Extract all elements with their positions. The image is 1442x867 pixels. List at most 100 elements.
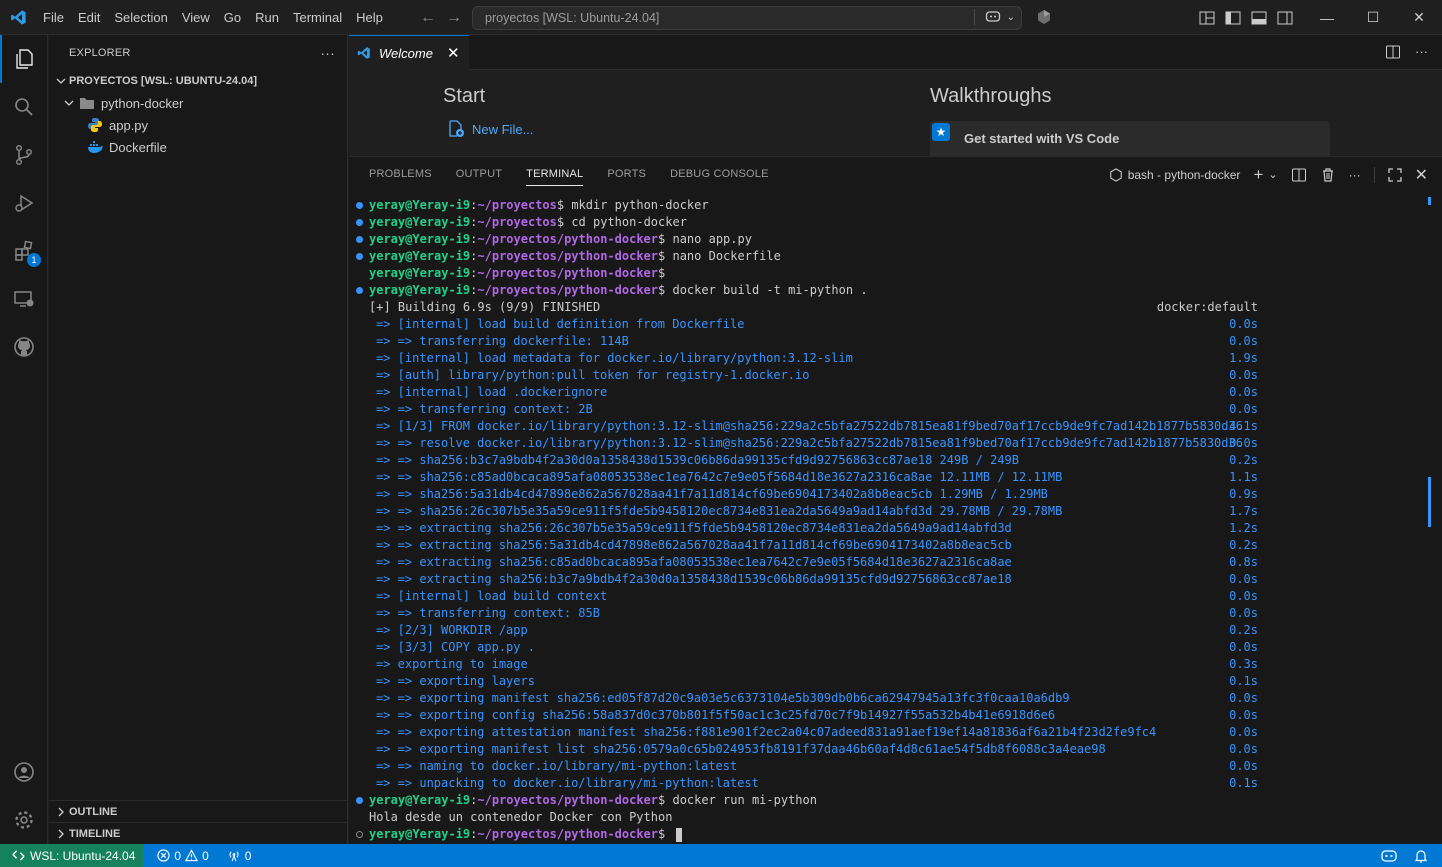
build-step-text: => => exporting layers [376, 674, 535, 688]
toggle-primary-sidebar-icon[interactable] [1224, 10, 1242, 26]
build-step-time: 1.2s [1229, 521, 1258, 535]
build-step-time: 0.2s [1229, 453, 1258, 467]
menu-view[interactable]: View [175, 0, 217, 35]
tab-terminal[interactable]: TERMINAL [526, 157, 584, 192]
command-decoration-icon[interactable] [356, 202, 363, 209]
prompt-user: yeray@Yeray-i9 [369, 249, 471, 263]
new-file-icon [449, 120, 464, 137]
prompt-command: mkdir python-docker [564, 198, 709, 212]
ports-status[interactable]: 0 [217, 849, 260, 863]
copilot-menu[interactable]: ⌄ [973, 9, 1015, 25]
remote-explorer-icon[interactable] [0, 275, 48, 323]
prompt-path: ~/proyectos/python-docker [477, 793, 659, 807]
menu-edit[interactable]: Edit [71, 0, 107, 35]
accounts-icon[interactable] [1036, 9, 1052, 28]
explorer-title: EXPLORER [69, 46, 131, 59]
build-step-time: 0.0s [1229, 640, 1258, 654]
notifications-bell-icon[interactable] [1406, 849, 1442, 863]
prompt-text: yeray@Yeray-i9:~/proyectos$ cd python-do… [369, 215, 687, 229]
explorer-header: EXPLORER ··· [49, 35, 347, 70]
explorer-icon[interactable] [0, 35, 48, 83]
menu-selection[interactable]: Selection [107, 0, 174, 35]
prompt-command: nano app.py [665, 232, 752, 246]
command-decoration-icon[interactable] [356, 236, 363, 243]
workspace-root-label: PROYECTOS [WSL: UBUNTU-24.04] [69, 75, 258, 87]
minimize-icon[interactable]: — [1304, 0, 1350, 35]
command-center-search[interactable]: proyectos [WSL: Ubuntu-24.04] ⌄ [472, 6, 1022, 30]
command-decoration-icon[interactable] [356, 219, 363, 226]
back-arrow-icon[interactable]: ← [420, 9, 436, 27]
timeline-label: TIMELINE [69, 828, 121, 840]
build-step-time: 0.1s [1229, 674, 1258, 688]
close-panel-icon[interactable]: ✕ [1415, 165, 1428, 185]
more-actions-icon[interactable]: ··· [320, 45, 335, 61]
prompt-user: yeray@Yeray-i9 [369, 283, 471, 297]
build-step-time: 0.0s [1229, 691, 1258, 705]
extensions-icon[interactable]: 1 [0, 227, 48, 275]
vscode-logo-icon [357, 47, 370, 59]
accounts-icon[interactable] [0, 748, 48, 796]
panel-actions: bash - python-docker + ⌄ ··· ✕ [1109, 157, 1428, 192]
menu-terminal[interactable]: Terminal [286, 0, 349, 35]
copilot-status-icon[interactable] [1372, 849, 1406, 863]
maximize-icon[interactable]: ☐ [1350, 0, 1396, 35]
toggle-secondary-sidebar-icon[interactable] [1276, 10, 1294, 26]
command-decoration-icon[interactable] [356, 831, 363, 838]
manage-gear-icon[interactable] [0, 796, 48, 844]
split-terminal-icon[interactable] [1291, 167, 1307, 183]
terminal-selector[interactable]: bash - python-docker [1109, 168, 1240, 182]
close-tab-icon[interactable]: ✕ [447, 44, 460, 62]
command-decoration-icon[interactable] [356, 253, 363, 260]
new-file-link[interactable]: New File... [447, 120, 533, 138]
toggle-panel-icon[interactable] [1250, 10, 1268, 26]
tab-ports[interactable]: PORTS [607, 157, 646, 192]
customize-layout-icon[interactable] [1198, 10, 1216, 26]
outline-section[interactable]: OUTLINE [49, 800, 348, 823]
error-icon [157, 849, 171, 862]
scroll-marker [1428, 477, 1431, 527]
command-decoration-icon[interactable] [356, 287, 363, 294]
remote-label: WSL: Ubuntu-24.04 [30, 848, 136, 863]
folder-label: python-docker [101, 95, 184, 111]
separator [1373, 166, 1375, 183]
forward-arrow-icon[interactable]: → [446, 9, 462, 27]
file-dockerfile[interactable]: Dockerfile [49, 136, 347, 158]
search-icon[interactable] [0, 83, 48, 131]
tab-output[interactable]: OUTPUT [456, 157, 502, 192]
prompt-path: ~/proyectos/python-docker [477, 283, 659, 297]
file-app-py[interactable]: app.py [49, 114, 347, 136]
maximize-panel-icon[interactable] [1387, 167, 1402, 182]
split-editor-icon[interactable] [1385, 44, 1401, 60]
folder-python-docker[interactable]: python-docker [49, 92, 347, 114]
terminal-output[interactable]: yeray@Yeray-i9:~/proyectos$ mkdir python… [349, 197, 1429, 843]
walkthrough-card[interactable]: ★ Get started with VS Code [930, 121, 1330, 156]
more-actions-icon[interactable]: ··· [1415, 44, 1428, 60]
tab-problems[interactable]: PROBLEMS [369, 157, 432, 192]
github-icon[interactable] [0, 323, 48, 371]
command-decoration-icon[interactable] [356, 797, 363, 804]
new-terminal-icon[interactable]: + [1253, 165, 1263, 185]
warning-count: 0 [202, 848, 209, 863]
source-control-icon[interactable] [0, 131, 48, 179]
timeline-section[interactable]: TIMELINE [49, 822, 348, 845]
close-window-icon[interactable]: ✕ [1396, 0, 1442, 35]
build-step-time: 0.0s [1229, 742, 1258, 756]
run-debug-icon[interactable] [0, 179, 48, 227]
layout-controls [1198, 0, 1294, 35]
problems-status[interactable]: 0 0 [143, 849, 216, 863]
build-step-text: => => extracting sha256:26c307b5e35a59ce… [376, 521, 1012, 535]
tab-debug-console[interactable]: DEBUG CONSOLE [670, 157, 769, 192]
remote-indicator[interactable]: WSL: Ubuntu-24.04 [0, 844, 144, 867]
menu-help[interactable]: Help [349, 0, 390, 35]
menu-go[interactable]: Go [217, 0, 248, 35]
more-actions-icon[interactable]: ··· [1349, 168, 1361, 182]
menu-file[interactable]: File [36, 0, 71, 35]
chevron-down-icon[interactable]: ⌄ [1268, 168, 1277, 181]
workspace-root[interactable]: PROYECTOS [WSL: UBUNTU-24.04] [49, 70, 347, 92]
menu-run[interactable]: Run [248, 0, 286, 35]
prompt-text: yeray@Yeray-i9:~/proyectos/python-docker… [369, 826, 683, 843]
warning-icon [185, 849, 199, 862]
tab-welcome[interactable]: Welcome ✕ [349, 35, 469, 70]
trash-icon[interactable] [1320, 167, 1336, 183]
prompt-command: cd python-docker [564, 215, 687, 229]
